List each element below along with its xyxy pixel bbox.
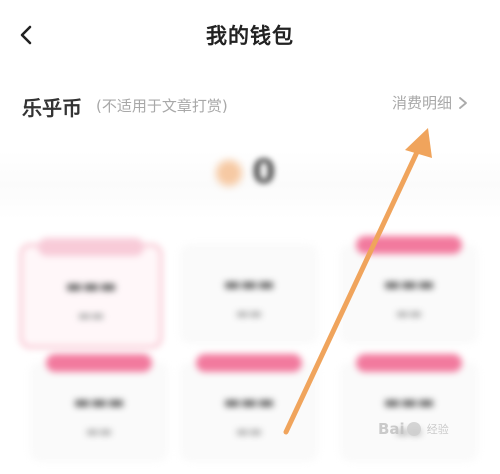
watermark-text: Bai xyxy=(378,420,405,438)
recharge-amount: ▬▬▬ xyxy=(73,392,125,413)
recharge-price: ▬▬ xyxy=(85,424,113,440)
page-title: 我的钱包 xyxy=(206,24,294,48)
promo-tag xyxy=(356,236,462,254)
recharge-price: ▬▬ xyxy=(395,306,423,322)
coin-note: (不适用于文章打赏) xyxy=(96,97,228,115)
coin-balance: 0 xyxy=(252,152,276,192)
watermark: Bai 经验 xyxy=(378,420,449,438)
paw-logo-icon xyxy=(406,422,421,436)
recharge-amount: ▬▬▬ xyxy=(65,276,117,297)
coin-title: 乐乎币 xyxy=(22,96,82,120)
promo-tag xyxy=(196,354,302,372)
recharge-amount: ▬▬▬ xyxy=(383,274,435,295)
recharge-option[interactable]: ▬▬▬ ▬▬ xyxy=(340,236,478,344)
chevron-right-icon xyxy=(459,96,467,109)
recharge-price: ▬▬ xyxy=(235,424,263,440)
recharge-option[interactable]: ▬▬▬ ▬▬ xyxy=(30,354,168,462)
balance-area xyxy=(0,150,500,220)
consumption-detail-link[interactable]: 消费明细 xyxy=(392,92,468,113)
top-bar: 我的钱包 xyxy=(0,0,500,76)
coin-icon xyxy=(216,160,242,186)
recharge-amount: ▬▬▬ xyxy=(383,392,435,413)
recharge-amount: ▬▬▬ xyxy=(223,274,275,295)
promo-tag xyxy=(38,238,144,256)
watermark-suffix: 经验 xyxy=(426,423,449,436)
recharge-option[interactable]: ▬▬▬ ▬▬ xyxy=(180,354,318,462)
recharge-option[interactable]: ▬▬▬ ▬▬ xyxy=(20,238,162,348)
consumption-detail-label: 消费明细 xyxy=(392,94,453,112)
recharge-option[interactable]: ▬▬▬ ▬▬ xyxy=(340,354,478,462)
promo-tag xyxy=(46,354,152,372)
recharge-price: ▬▬ xyxy=(77,308,105,324)
recharge-amount: ▬▬▬ xyxy=(223,392,275,413)
recharge-price: ▬▬ xyxy=(235,306,263,322)
coin-section-header: 乐乎币 (不适用于文章打赏) 消费明细 xyxy=(0,82,500,126)
promo-tag xyxy=(356,354,462,372)
recharge-option[interactable]: ▬▬▬ ▬▬ xyxy=(180,244,318,344)
